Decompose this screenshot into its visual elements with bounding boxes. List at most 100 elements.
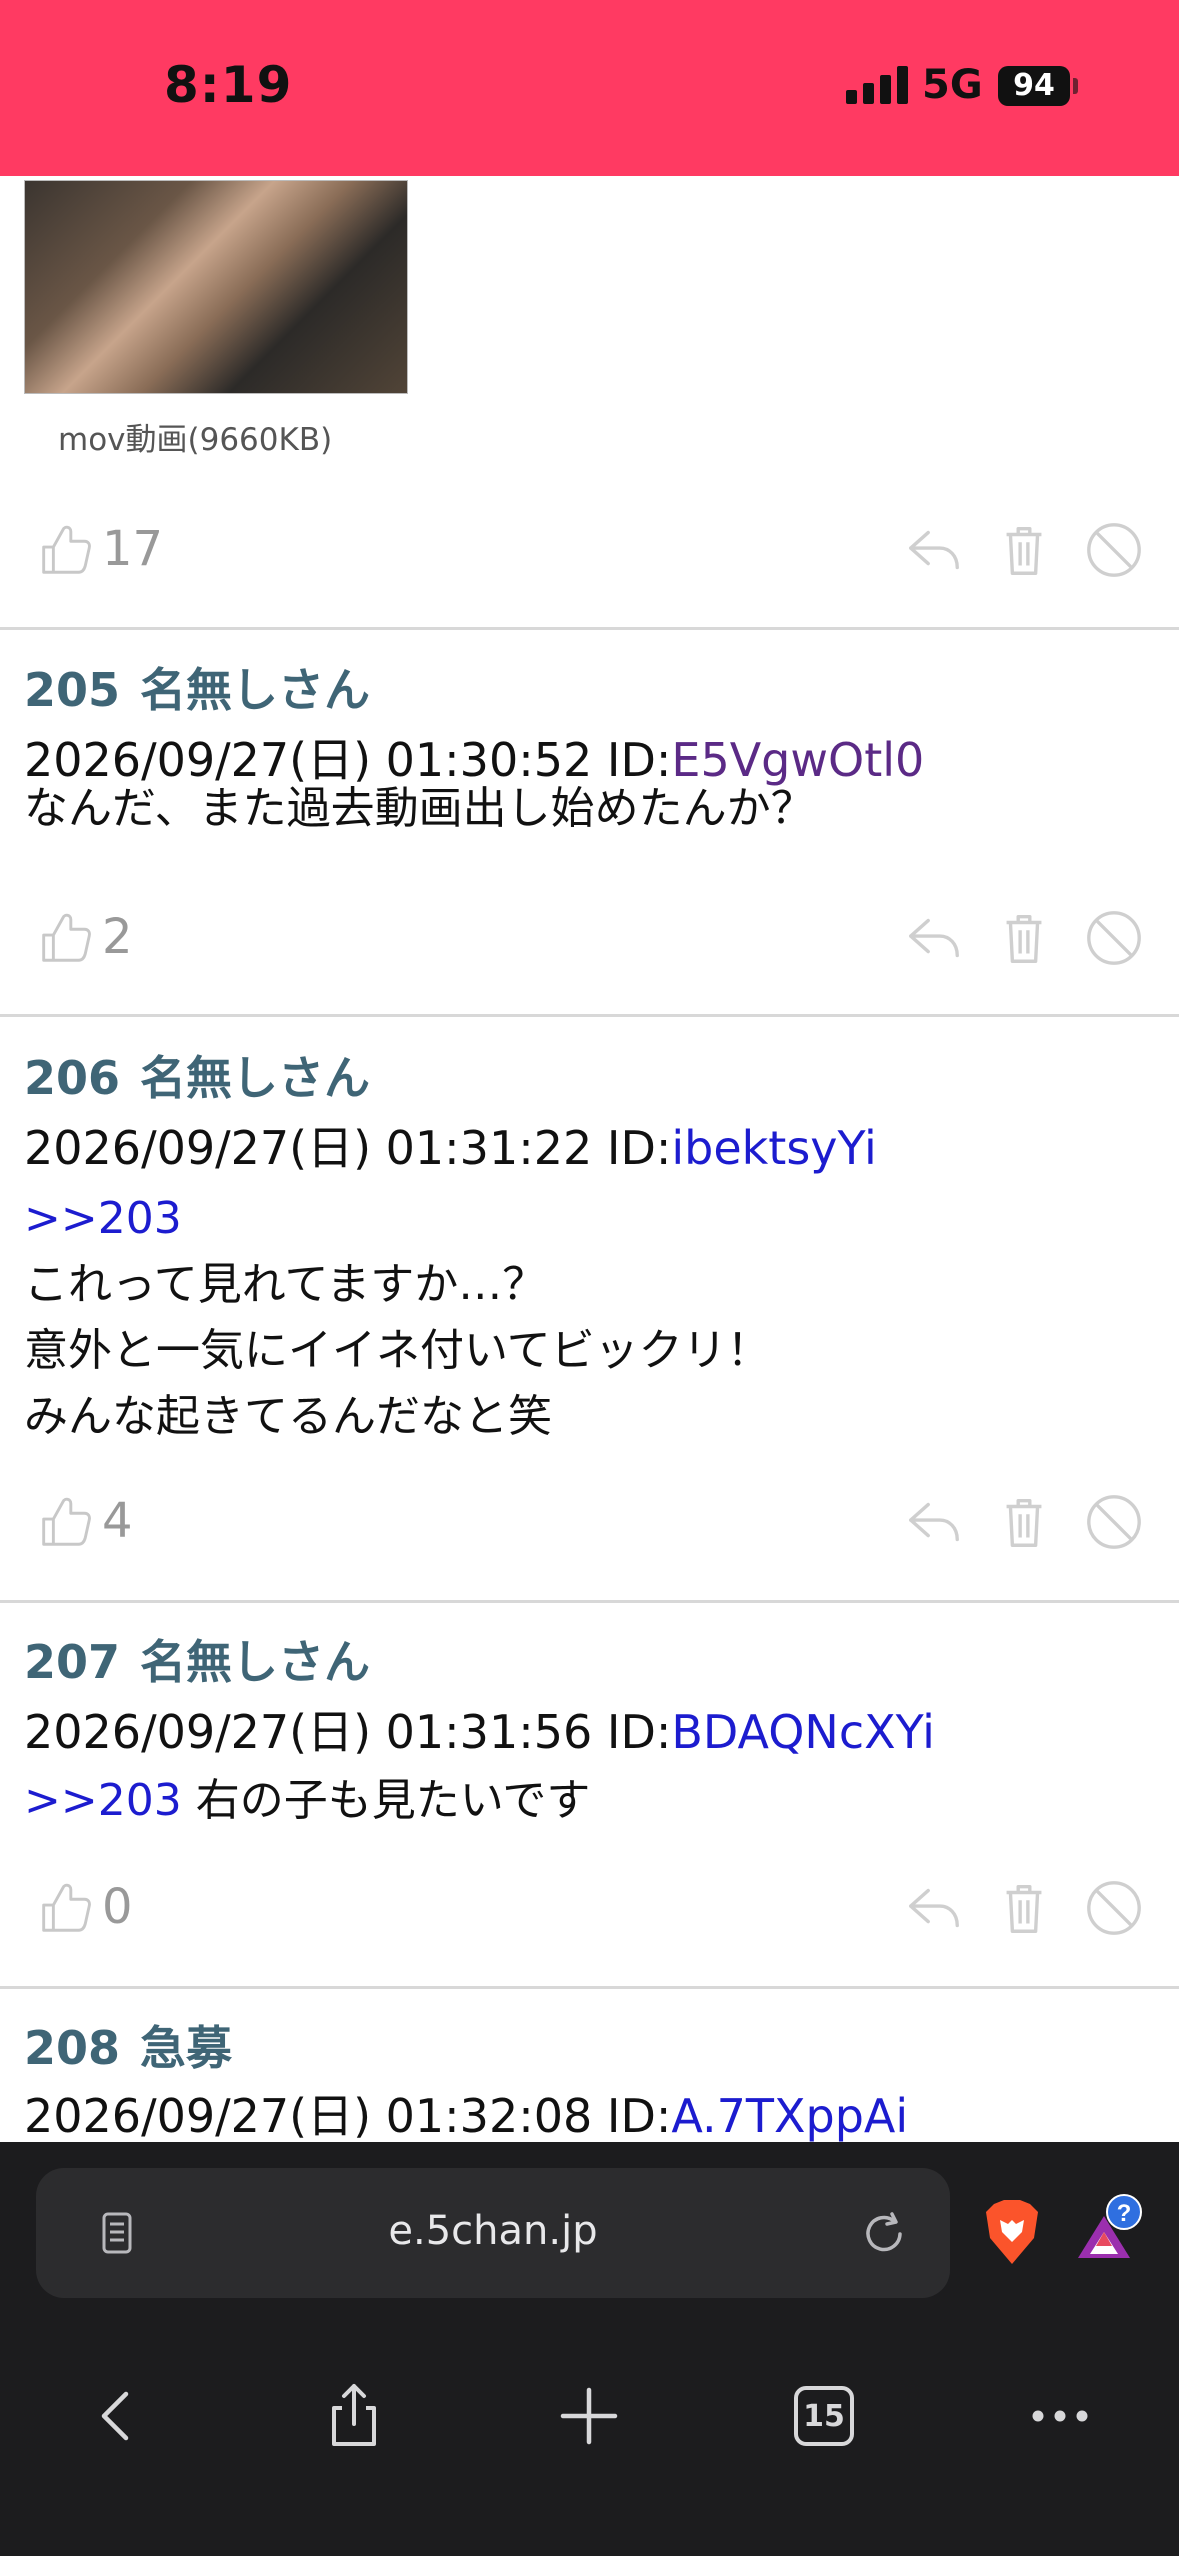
- post-text-line: これって見れてますか…？: [24, 1259, 547, 1310]
- post-number[interactable]: 208: [24, 2021, 120, 2075]
- browser-toolbar: e.5chan.jp ? 15: [0, 2142, 1179, 2556]
- block-icon: [1087, 1495, 1141, 1549]
- post-number[interactable]: 205: [24, 663, 120, 717]
- like-button[interactable]: 0: [34, 1872, 133, 1942]
- like-button[interactable]: 17: [34, 514, 163, 584]
- post-divider: [0, 1600, 1179, 1603]
- block-button[interactable]: [1083, 1877, 1145, 1939]
- brave-rewards-icon[interactable]: ?: [1074, 2194, 1144, 2264]
- post-text: 右の子も見たいです: [181, 1775, 591, 1826]
- reply-button[interactable]: [903, 1877, 965, 1939]
- post-meta: 2026/09/27(日) 01:31:56 ID:BDAQNcXYi: [24, 1696, 935, 1762]
- reply-icon: [909, 1888, 959, 1928]
- block-icon: [1087, 911, 1141, 965]
- share-icon: [332, 2384, 376, 2446]
- like-count: 2: [102, 909, 133, 965]
- delete-button[interactable]: [993, 907, 1055, 969]
- rewards-badge: ?: [1117, 2200, 1132, 2227]
- delete-button[interactable]: [993, 1877, 1055, 1939]
- block-icon: [1087, 523, 1141, 577]
- back-button[interactable]: [80, 2378, 156, 2454]
- thumbs-up-icon: [42, 1883, 91, 1932]
- user-id-link[interactable]: ibektsyYi: [671, 1121, 876, 1175]
- post-divider: [0, 1986, 1179, 1989]
- video-thumbnail[interactable]: [24, 180, 408, 394]
- post-actions: [903, 1482, 1145, 1562]
- post-divider: [0, 627, 1179, 630]
- status-bar: 8:19 5G 94: [0, 0, 1179, 176]
- reply-icon: [909, 918, 959, 958]
- post-body: なんだ、また過去動画出し始めたんか？: [24, 776, 815, 842]
- block-icon: [1087, 1881, 1141, 1935]
- brave-shields-icon[interactable]: [982, 2198, 1042, 2266]
- back-arrow-icon: [101, 2391, 129, 2441]
- post-body: >>203 右の子も見たいです: [24, 1768, 590, 1834]
- reply-icon: [909, 1502, 959, 1542]
- post-date: 2026/09/27(日) 01:31:56: [24, 1705, 593, 1759]
- thread-content[interactable]: mov動画(9660KB) 17 205 名無しさん 2026/09/27(日) …: [0, 176, 1179, 2142]
- thumbs-up-icon: [42, 913, 91, 962]
- like-count: 17: [102, 521, 164, 577]
- delete-button[interactable]: [993, 1491, 1055, 1553]
- battery-icon: 94: [998, 66, 1070, 106]
- post-header: 208 急募: [24, 2012, 232, 2078]
- post-text-line: >>203 右の子も見たいです: [24, 1768, 590, 1834]
- delete-button[interactable]: [993, 519, 1055, 581]
- network-type: 5G: [922, 62, 983, 108]
- like-button[interactable]: 2: [34, 902, 133, 972]
- poster-name: 名無しさん: [140, 1635, 371, 1689]
- like-button[interactable]: 4: [34, 1486, 133, 1556]
- user-id-link[interactable]: BDAQNcXYi: [671, 1705, 935, 1759]
- post-date: 2026/09/27(日) 01:32:08: [24, 2089, 593, 2142]
- post-text-line: みんな起きてるんだなと笑: [24, 1391, 552, 1442]
- post-meta: 2026/09/27(日) 01:32:08 ID:A.7TXppAi: [24, 2080, 908, 2142]
- post-header: 205 名無しさん: [24, 654, 370, 720]
- post-number[interactable]: 207: [24, 1635, 120, 1689]
- reply-button[interactable]: [903, 907, 965, 969]
- post-actions: [903, 898, 1145, 978]
- address-bar[interactable]: e.5chan.jp: [36, 2168, 950, 2298]
- post-actions: [903, 510, 1145, 590]
- post-text-line: なんだ、また過去動画出し始めたんか？: [24, 783, 815, 834]
- reply-button[interactable]: [903, 519, 965, 581]
- url-text[interactable]: e.5chan.jp: [36, 2208, 950, 2254]
- share-button[interactable]: [316, 2378, 392, 2454]
- browser-nav-row: 15: [0, 2342, 1179, 2522]
- block-button[interactable]: [1083, 1491, 1145, 1553]
- reload-icon[interactable]: [856, 2206, 912, 2262]
- poster-name: 名無しさん: [140, 1051, 371, 1105]
- block-button[interactable]: [1083, 907, 1145, 969]
- trash-icon: [1006, 1498, 1042, 1547]
- trash-icon: [1006, 526, 1042, 575]
- status-time: 8:19: [164, 56, 293, 114]
- reply-button[interactable]: [903, 1491, 965, 1553]
- more-icon: [1032, 2410, 1088, 2422]
- post-actions: [903, 1868, 1145, 1948]
- more-menu-button[interactable]: [1022, 2378, 1098, 2454]
- thumbs-up-icon: [42, 1497, 91, 1546]
- post-body: >>203 これって見れてますか…？ 意外と一気にイイネ付いてビックリ！ みんな…: [24, 1186, 771, 1450]
- trash-icon: [1006, 1884, 1042, 1933]
- cellular-signal-icon: [846, 66, 908, 104]
- post-divider: [0, 1014, 1179, 1017]
- poster-name: 急募: [140, 2021, 233, 2075]
- id-label: ID:: [606, 1705, 672, 1759]
- poster-name: 名無しさん: [140, 663, 371, 717]
- new-tab-button[interactable]: [551, 2378, 627, 2454]
- block-button[interactable]: [1083, 519, 1145, 581]
- like-count: 0: [102, 1879, 133, 1935]
- like-count: 4: [102, 1493, 133, 1549]
- reply-anchor-link[interactable]: >>203: [24, 1186, 771, 1252]
- post-date: 2026/09/27(日) 01:31:22: [24, 1121, 593, 1175]
- thumbs-up-icon: [42, 525, 91, 574]
- post-number[interactable]: 206: [24, 1051, 120, 1105]
- id-label: ID:: [606, 1121, 672, 1175]
- trash-icon: [1006, 914, 1042, 963]
- reply-anchor-link[interactable]: >>203: [24, 1775, 182, 1826]
- id-label: ID:: [606, 2089, 672, 2142]
- video-caption[interactable]: mov動画(9660KB): [58, 414, 332, 459]
- plus-icon: [560, 2387, 618, 2445]
- tabs-button[interactable]: 15: [786, 2378, 862, 2454]
- post-header: 206 名無しさん: [24, 1042, 370, 1108]
- user-id-link[interactable]: A.7TXppAi: [671, 2089, 908, 2142]
